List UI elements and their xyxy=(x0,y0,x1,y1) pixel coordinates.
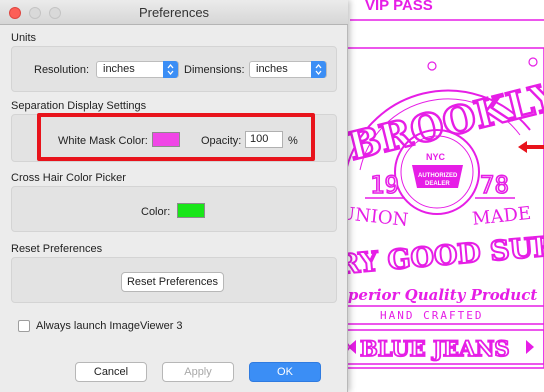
resolution-chevron-icon xyxy=(163,61,178,78)
artwork-union: UNION xyxy=(339,203,409,231)
apply-button[interactable]: Apply xyxy=(162,362,234,382)
artwork-top-text: VIP PASS xyxy=(365,0,433,14)
separation-heading: Separation Display Settings xyxy=(11,100,147,112)
artwork-hand-crafted: HAND CRAFTED xyxy=(380,309,483,322)
dimensions-select[interactable]: inches xyxy=(249,61,327,78)
reset-group: Reset Preferences xyxy=(11,257,337,303)
ok-button[interactable]: OK xyxy=(249,362,321,382)
resolution-select[interactable]: inches xyxy=(96,61,179,78)
artwork-made: MADE xyxy=(471,203,532,230)
artwork-quality: uperior Quality Product xyxy=(337,286,537,304)
artwork-blue-jeans: BLUE JEANS xyxy=(360,336,510,361)
artwork-nyc: NYC xyxy=(426,152,446,162)
always-launch-label: Always launch ImageViewer 3 xyxy=(36,320,183,332)
window-title: Preferences xyxy=(138,5,210,20)
crosshair-group: Color: xyxy=(11,186,337,232)
resolution-value: inches xyxy=(103,63,135,75)
cancel-button[interactable]: Cancel xyxy=(75,362,147,382)
artwork-year-right: 78 xyxy=(480,171,509,199)
red-arrow-icon xyxy=(518,141,544,153)
dimensions-value: inches xyxy=(256,63,288,75)
dimensions-label: Dimensions: xyxy=(184,64,245,76)
crosshair-color-swatch[interactable] xyxy=(177,203,205,218)
artwork-year-left: 19 xyxy=(370,171,399,199)
reset-preferences-button[interactable]: Reset Preferences xyxy=(121,272,224,292)
preferences-dialog: Preferences Units Resolution: inches Dim… xyxy=(0,0,348,392)
units-group: Resolution: inches Dimensions: inches xyxy=(11,46,337,92)
title-bar[interactable]: Preferences xyxy=(0,0,348,25)
artwork-good-supply: RY GOOD SUPPLY xyxy=(336,226,544,281)
always-launch-checkbox[interactable] xyxy=(18,320,30,332)
dimensions-chevron-icon xyxy=(311,61,326,78)
crosshair-heading: Cross Hair Color Picker xyxy=(11,172,126,184)
units-heading: Units xyxy=(11,32,37,44)
highlight-box xyxy=(37,113,315,161)
resolution-label: Resolution: xyxy=(34,64,90,76)
reset-heading: Reset Preferences xyxy=(11,243,103,255)
artwork-badge-line2: DEALER xyxy=(425,181,450,187)
artwork-badge-line1: AUTHORIZED xyxy=(418,173,458,179)
crosshair-color-label: Color: xyxy=(141,206,171,218)
